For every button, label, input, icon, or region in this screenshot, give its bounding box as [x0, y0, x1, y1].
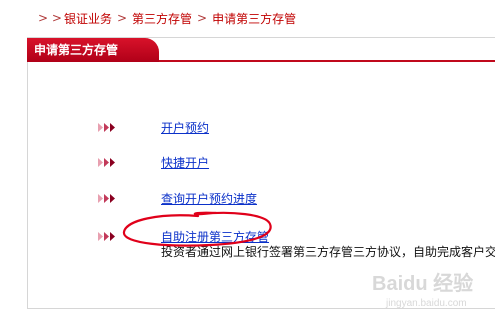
breadcrumb-item-securities[interactable]: 银证业务	[64, 10, 112, 27]
triple-arrow-icon	[98, 157, 120, 167]
breadcrumb-separator-icon: >	[116, 11, 128, 25]
breadcrumb: > > 银证业务 > 第三方存管 > 申请第三方存管	[38, 9, 296, 27]
panel-title: 申请第三方存管	[27, 38, 159, 62]
query-progress-link[interactable]: 查询开户预约进度	[161, 190, 257, 207]
red-circle-annotation	[122, 211, 272, 247]
baidu-jingyan-watermark: Baidu 经验 jingyan.baidu.com	[368, 266, 494, 310]
watermark-text: Baidu 经验	[372, 271, 473, 295]
watermark-subtext: jingyan.baidu.com	[385, 298, 467, 309]
reservation-link[interactable]: 开户预约	[161, 119, 209, 136]
triple-arrow-icon	[98, 122, 120, 132]
triple-arrow-icon	[98, 193, 120, 203]
breadcrumb-item-third-party[interactable]: 第三方存管	[132, 10, 192, 27]
triple-arrow-icon	[98, 231, 120, 241]
quick-open-link[interactable]: 快捷开户	[161, 154, 209, 171]
breadcrumb-arrow-icon: > >	[38, 11, 62, 25]
breadcrumb-separator-icon: >	[197, 11, 208, 25]
panel-header: 申请第三方存管	[27, 38, 495, 62]
breadcrumb-item-apply: 申请第三方存管	[212, 11, 297, 26]
